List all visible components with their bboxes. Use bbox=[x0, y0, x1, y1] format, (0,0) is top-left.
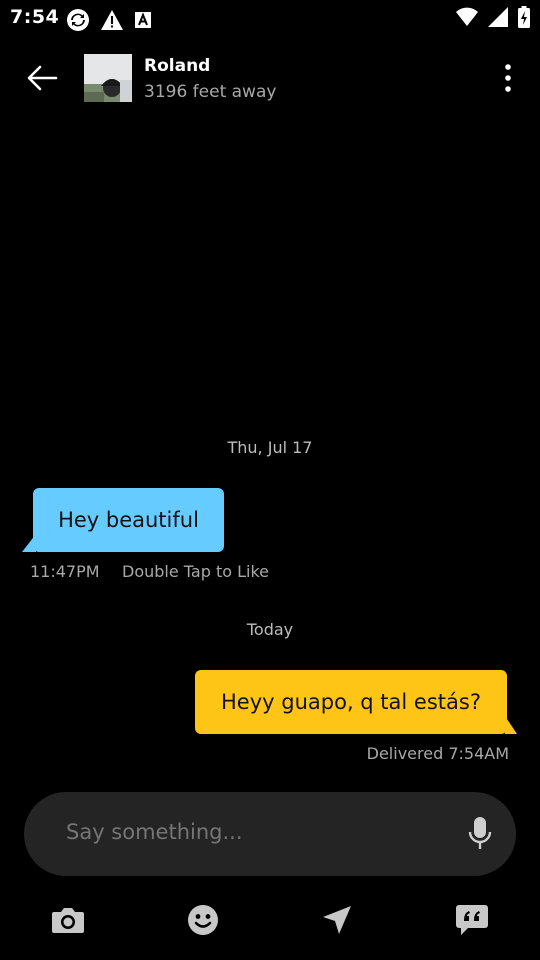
chat-header: Roland 3196 feet away bbox=[0, 50, 540, 106]
camera-button[interactable] bbox=[48, 900, 88, 940]
incoming-message-time: 11:47PM bbox=[30, 562, 100, 581]
back-button[interactable] bbox=[24, 62, 60, 94]
profile-photo bbox=[84, 54, 132, 102]
more-vertical-icon bbox=[505, 64, 511, 92]
navigation-arrow-icon bbox=[323, 906, 351, 934]
wifi-icon bbox=[456, 7, 478, 31]
voice-message-button[interactable] bbox=[468, 816, 492, 852]
smiley-icon bbox=[188, 905, 218, 935]
message-composer bbox=[24, 792, 516, 876]
signal-icon bbox=[488, 7, 508, 31]
arrow-left-icon bbox=[27, 65, 58, 91]
incoming-message-text: Hey beautiful bbox=[58, 508, 199, 532]
message-input[interactable] bbox=[66, 820, 446, 844]
app-notification-icon bbox=[134, 11, 152, 33]
sync-icon bbox=[66, 8, 90, 36]
date-separator-today: Today bbox=[246, 620, 294, 639]
incoming-message-bubble[interactable]: Hey beautiful bbox=[33, 488, 224, 552]
emoji-button[interactable] bbox=[183, 900, 223, 940]
system-icons bbox=[456, 6, 530, 32]
more-options-button[interactable] bbox=[498, 62, 518, 94]
camera-icon bbox=[52, 908, 84, 933]
chat-toolbar bbox=[0, 890, 540, 950]
status-bar: 7:54 bbox=[0, 0, 540, 36]
contact-name[interactable]: Roland bbox=[144, 56, 210, 76]
battery-icon bbox=[518, 6, 530, 32]
outgoing-message-text: Heyy guapo, q tal estás? bbox=[221, 690, 481, 714]
quote-bubble-icon bbox=[456, 905, 488, 935]
warning-icon bbox=[100, 9, 124, 35]
contact-distance: 3196 feet away bbox=[144, 82, 277, 102]
status-time: 7:54 bbox=[10, 6, 60, 28]
microphone-icon bbox=[468, 817, 492, 849]
avatar[interactable] bbox=[84, 54, 132, 102]
outgoing-message-bubble[interactable]: Heyy guapo, q tal estás? bbox=[195, 670, 507, 734]
notification-icons bbox=[66, 8, 152, 36]
delivery-status: Delivered 7:54AM bbox=[366, 744, 509, 763]
date-separator: Thu, Jul 17 bbox=[227, 438, 313, 457]
saved-phrases-button[interactable] bbox=[452, 900, 492, 940]
double-tap-hint: Double Tap to Like bbox=[122, 562, 269, 581]
location-button[interactable] bbox=[317, 900, 357, 940]
